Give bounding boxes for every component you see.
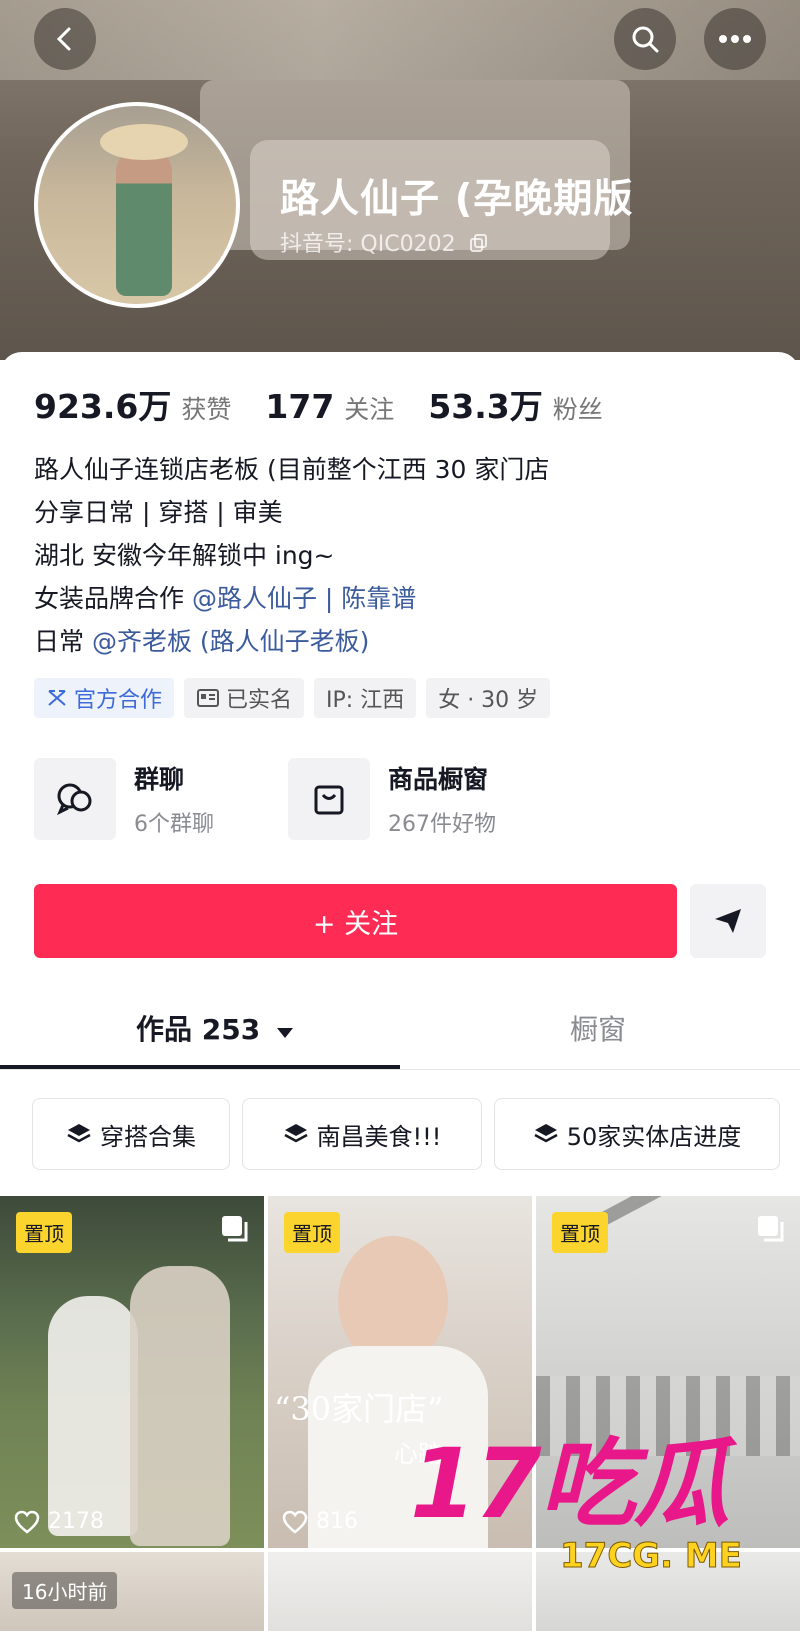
shop-icon-box	[288, 758, 370, 840]
avatar[interactable]	[34, 102, 240, 308]
group-chat-icon-box	[34, 758, 116, 840]
watermark-text: 17吃瓜	[410, 1428, 730, 1540]
multi-image-icon	[222, 1216, 248, 1242]
chat-bubble-icon	[57, 783, 92, 816]
profile-stats: 923.6万 获赞 177 关注 53.3万 粉丝	[34, 380, 637, 428]
bio-text: 女装品牌合作	[34, 584, 192, 613]
thumb-figure	[48, 1296, 138, 1536]
likes-label: 获赞	[181, 395, 232, 424]
follow-button[interactable]: + 关注	[34, 884, 677, 958]
followers-count[interactable]: 53.3万	[428, 380, 542, 428]
tag-verified[interactable]: 已实名	[184, 678, 305, 718]
collection-label: 南昌美食!!!	[316, 1122, 442, 1151]
profile-name: 路人仙子 (孕晚期版	[280, 177, 634, 222]
chevron-left-icon	[56, 27, 71, 51]
video-thumbnail[interactable]: 置顶 2178	[0, 1196, 264, 1548]
tag-gender-age: 女 · 30 岁	[426, 678, 551, 718]
cover-window	[0, 0, 800, 80]
collection-chip[interactable]: 南昌美食!!!	[242, 1098, 482, 1170]
tab-works[interactable]: 作品 253	[136, 1008, 294, 1048]
followers-label[interactable]: 粉丝	[553, 390, 603, 426]
tab-divider	[0, 1069, 800, 1070]
mention-link[interactable]: @齐老板 (路人仙子老板)	[92, 627, 369, 656]
search-button[interactable]	[614, 8, 676, 70]
avatar-hat	[100, 124, 188, 160]
shop-window-card[interactable]: 商品橱窗 267件好物	[288, 758, 496, 840]
tag-ip: IP: 江西	[314, 678, 417, 718]
more-dots-icon	[719, 35, 751, 43]
stack-icon	[534, 1124, 558, 1143]
video-time-badge: 16小时前	[12, 1572, 118, 1609]
multi-image-icon	[758, 1216, 784, 1242]
bio-line: 女装品牌合作 @路人仙子 | 陈靠谱	[34, 577, 549, 620]
group-chat-subtitle: 6个群聊	[134, 812, 214, 837]
pinned-badge: 置顶	[284, 1212, 340, 1253]
tag-official[interactable]: 官方合作	[34, 678, 175, 718]
group-chat-title: 群聊	[134, 765, 185, 794]
bio: 路人仙子连锁店老板 (目前整个江西 30 家门店 分享日常 | 穿搭 | 审美 …	[34, 448, 549, 663]
group-chat-card[interactable]: 群聊 6个群聊	[34, 758, 214, 840]
likes-count: 2178	[48, 1509, 104, 1534]
search-icon	[632, 26, 659, 53]
shop-subtitle: 267件好物	[388, 812, 496, 837]
share-button[interactable]	[690, 884, 766, 958]
likes-count: 816	[316, 1509, 358, 1534]
caret-down-icon	[276, 1028, 293, 1038]
stack-icon	[283, 1124, 308, 1143]
watermark-url: 17CG. ME	[560, 1536, 743, 1577]
shop-title: 商品橱窗	[388, 765, 489, 794]
watermark-logo: 17吃瓜 17CG. ME	[410, 1428, 743, 1577]
id-card-icon	[197, 689, 220, 707]
shopping-bag-icon	[314, 785, 344, 815]
official-cooperation-icon	[48, 690, 66, 706]
video-caption: “30家门店”	[274, 1390, 444, 1428]
mention-link[interactable]: 陈靠谱	[341, 584, 416, 613]
likes-count: 923.6万	[34, 387, 172, 426]
bio-text: 日常	[34, 627, 92, 656]
collection-chip[interactable]: 穿搭合集	[32, 1098, 230, 1170]
tab-indicator	[0, 1065, 400, 1069]
avatar-figure	[116, 146, 172, 296]
douyin-id[interactable]: 抖音号: QIC0202	[280, 226, 489, 258]
back-button[interactable]	[34, 8, 96, 70]
mention-link[interactable]: @路人仙子	[192, 584, 317, 613]
likes-overlay: 2178	[14, 1509, 104, 1534]
collection-label: 50家实体店进度	[566, 1122, 742, 1151]
tag-label: 已实名	[226, 688, 293, 713]
group-chat-text: 群聊 6个群聊	[134, 760, 214, 838]
video-thumbnail[interactable]: 16小时前	[0, 1552, 264, 1631]
tag-label: 女 · 30 岁	[438, 688, 539, 713]
following-label[interactable]: 关注	[344, 390, 394, 426]
shop-text: 商品橱窗 267件好物	[388, 760, 496, 838]
pinned-badge: 置顶	[16, 1212, 72, 1253]
stack-icon	[67, 1124, 91, 1143]
bio-line: 分享日常 | 穿搭 | 审美	[34, 498, 283, 527]
bio-line: 湖北 安徽今年解锁中 ing~	[34, 541, 335, 570]
send-icon	[715, 909, 741, 933]
bio-line: 路人仙子连锁店老板 (目前整个江西 30 家门店	[34, 455, 550, 484]
heart-icon	[14, 1510, 40, 1534]
bio-line: 日常 @齐老板 (路人仙子老板)	[34, 620, 549, 663]
tag-label: IP: 江西	[326, 688, 405, 713]
more-button[interactable]	[704, 8, 766, 70]
collection-label: 穿搭合集	[100, 1122, 196, 1151]
heart-icon	[282, 1510, 308, 1534]
bio-separator: |	[316, 584, 342, 613]
thumb-figure	[130, 1266, 230, 1546]
tab-works-label: 作品 253	[136, 1013, 261, 1046]
copy-icon[interactable]	[469, 233, 489, 253]
pinned-badge: 置顶	[552, 1212, 608, 1253]
profile-tags: 官方合作 已实名 IP: 江西 女 · 30 岁	[34, 678, 551, 718]
collection-chip[interactable]: 50家实体店进度	[494, 1098, 780, 1170]
likes-overlay: 816	[282, 1509, 358, 1534]
following-count[interactable]: 177	[265, 387, 334, 426]
tab-showcase[interactable]: 橱窗	[570, 1008, 626, 1048]
tag-label: 官方合作	[74, 688, 163, 713]
douyin-id-text: 抖音号: QIC0202	[280, 232, 456, 257]
